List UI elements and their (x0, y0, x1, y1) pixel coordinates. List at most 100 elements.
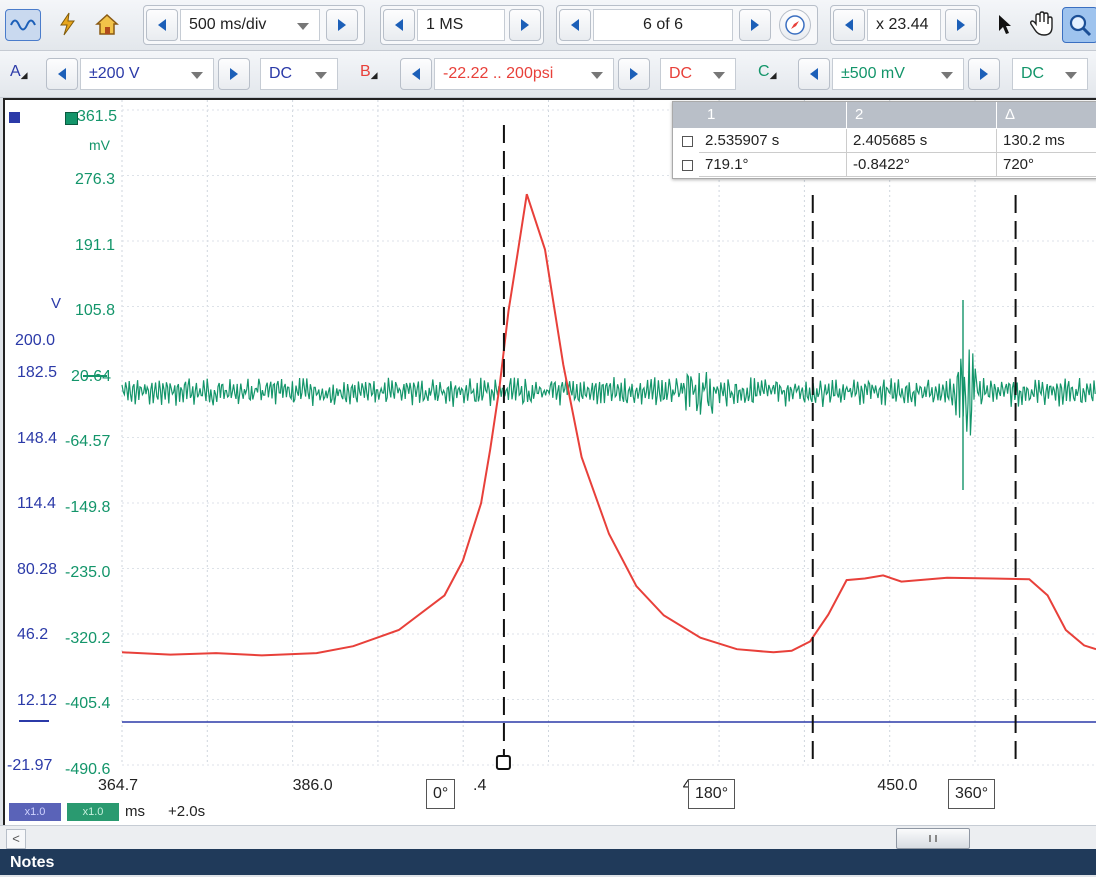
axis-a-unit: V (51, 295, 62, 312)
cursor-phase-label-180[interactable]: 180° (688, 779, 736, 809)
channel-b-range-select[interactable]: -22.22 .. 200psi (434, 58, 614, 90)
arrow-right-icon (957, 19, 965, 31)
compass-icon (785, 15, 805, 35)
channel-toolbar: A◢ ±200 V DC B◢ -22.22 .. 200psi DC C◢ ±… (0, 51, 1096, 98)
zoom-tool-button[interactable] (1062, 7, 1096, 43)
channel-a-label[interactable]: A◢ (10, 63, 28, 81)
channel-a-coupling-select[interactable]: DC (260, 58, 338, 90)
samples-prev-button[interactable] (383, 9, 415, 41)
cursor-row-1-checkbox[interactable] (682, 136, 693, 147)
axis-a-tick: -21.97 (7, 757, 53, 774)
channel-c-range: ±500 mV (841, 65, 905, 82)
select-tool-button[interactable] (990, 9, 1020, 39)
cursor-phase-2: -0.8422° (847, 153, 997, 177)
channel-c-coupling-select[interactable]: DC (1012, 58, 1088, 90)
chevron-down-icon (713, 72, 725, 79)
channel-c-next-button[interactable] (968, 58, 1000, 90)
channel-a-prev-button[interactable] (46, 58, 78, 90)
arrow-left-icon (810, 68, 818, 80)
samples-group: 1 MS (380, 5, 544, 45)
channel-c-trace (121, 349, 1096, 436)
channel-c-letter: C (758, 63, 770, 80)
channel-b-prev-button[interactable] (400, 58, 432, 90)
axis-x-tick: 386.0 (292, 777, 333, 794)
navigate-button[interactable] (779, 9, 811, 41)
horizontal-scrollbar[interactable]: < (0, 825, 1096, 850)
cursor-phase-1: 719.1° (699, 153, 847, 177)
hand-tool-button[interactable] (1026, 9, 1056, 39)
main-toolbar: 500 ms/div 1 MS 6 of 6 x 23.44 (0, 0, 1096, 51)
channel-a-marker[interactable] (9, 112, 20, 123)
trigger-button[interactable] (52, 9, 82, 39)
channel-a-scale-badge[interactable]: x1.0 (9, 803, 61, 821)
zoom-next-button[interactable] (945, 9, 977, 41)
zoom-prev-button[interactable] (833, 9, 865, 41)
home-button[interactable] (92, 9, 122, 39)
timebase-group: 500 ms/div (143, 5, 365, 45)
zoom-field[interactable]: x 23.44 (867, 9, 941, 41)
timebase-select[interactable]: 500 ms/div (180, 9, 320, 41)
samples-field[interactable]: 1 MS (417, 9, 505, 41)
buffer-value: 6 of 6 (642, 16, 684, 33)
cursor-phase-delta: 720° (997, 153, 1096, 177)
scope-view[interactable]: 361.5 mV V 276.3 191.1 105.8 20.64 -64.57 -14… (3, 98, 1096, 825)
chevron-down-icon (1065, 72, 1077, 79)
timebase-prev-button[interactable] (146, 9, 178, 41)
arrow-right-icon (338, 19, 346, 31)
buffer-field[interactable]: 6 of 6 (593, 9, 733, 41)
chevron-down-icon (591, 72, 603, 79)
axis-a-tick: 200.0 (15, 332, 56, 349)
samples-value: 1 MS (426, 16, 464, 33)
samples-next-button[interactable] (509, 9, 541, 41)
axis-a-tick: 46.2 (17, 626, 49, 643)
channel-c-prev-button[interactable] (798, 58, 830, 90)
axis-c-tick: -149.8 (65, 498, 111, 516)
cursor-phase-label-0[interactable]: 0° (426, 779, 456, 809)
buffer-next-button[interactable] (739, 9, 771, 41)
arrow-left-icon (845, 19, 853, 31)
axis-x-unit: ms (125, 803, 145, 820)
cursor-time-2: 2.405685 s (847, 129, 997, 153)
axis-c-tick: -490.6 (65, 760, 111, 778)
channel-b-range: -22.22 .. 200psi (443, 65, 554, 82)
cursor-row-2-checkbox[interactable] (682, 160, 693, 171)
cursor-table-corner (673, 102, 699, 128)
axis-a-tick: 148.4 (17, 429, 58, 447)
buffer-prev-button[interactable] (559, 9, 591, 41)
channel-a-range-select[interactable]: ±200 V (80, 58, 214, 90)
waveform-plot[interactable] (5, 100, 1096, 825)
cursor-time-delta: 130.2 ms (997, 129, 1096, 153)
scroll-left-icon[interactable]: < (6, 829, 26, 849)
arrow-left-icon (58, 68, 66, 80)
channel-c-label[interactable]: C◢ (758, 63, 776, 81)
axis-c-tick: -235.0 (65, 564, 111, 581)
channel-b-label[interactable]: B◢ (360, 63, 378, 81)
axis-c-tick: -64.57 (65, 433, 111, 450)
cursor-time-1: 2.535907 s (699, 129, 847, 153)
channel-a-letter: A (10, 63, 21, 80)
hand-icon (1029, 11, 1053, 36)
channel-c-scale-badge[interactable]: x1.0 (67, 803, 119, 821)
scroll-thumb[interactable] (896, 828, 970, 849)
channel-a-next-button[interactable] (218, 58, 250, 90)
channel-a-coupling: DC (269, 65, 293, 82)
timebase-next-button[interactable] (326, 9, 358, 41)
axis-a-tick: 80.28 (17, 560, 58, 578)
chevron-down-icon (297, 23, 309, 30)
scope-mode-button[interactable] (5, 9, 41, 41)
cursor-phase-label-360[interactable]: 360° (948, 779, 996, 809)
axis-x-tick: 450.0 (877, 777, 918, 794)
notes-panel-header[interactable]: Notes (0, 849, 1096, 875)
axis-a-tick: 182.5 (17, 364, 58, 381)
channel-a-zero-marker (19, 720, 49, 722)
channel-b-coupling-select[interactable]: DC (660, 58, 736, 90)
channel-b-coupling: DC (669, 65, 693, 82)
home-icon (95, 13, 119, 35)
channel-c-range-select[interactable]: ±500 mV (832, 58, 964, 90)
channel-b-next-button[interactable] (618, 58, 650, 90)
timebase-value: 500 ms/div (189, 16, 267, 33)
axis-c-tick: 276.3 (75, 171, 116, 188)
axis-a-tick: 12.12 (17, 691, 58, 709)
axis-c-tick: -405.4 (65, 695, 111, 712)
x-tick-partial: .4 (473, 777, 487, 794)
